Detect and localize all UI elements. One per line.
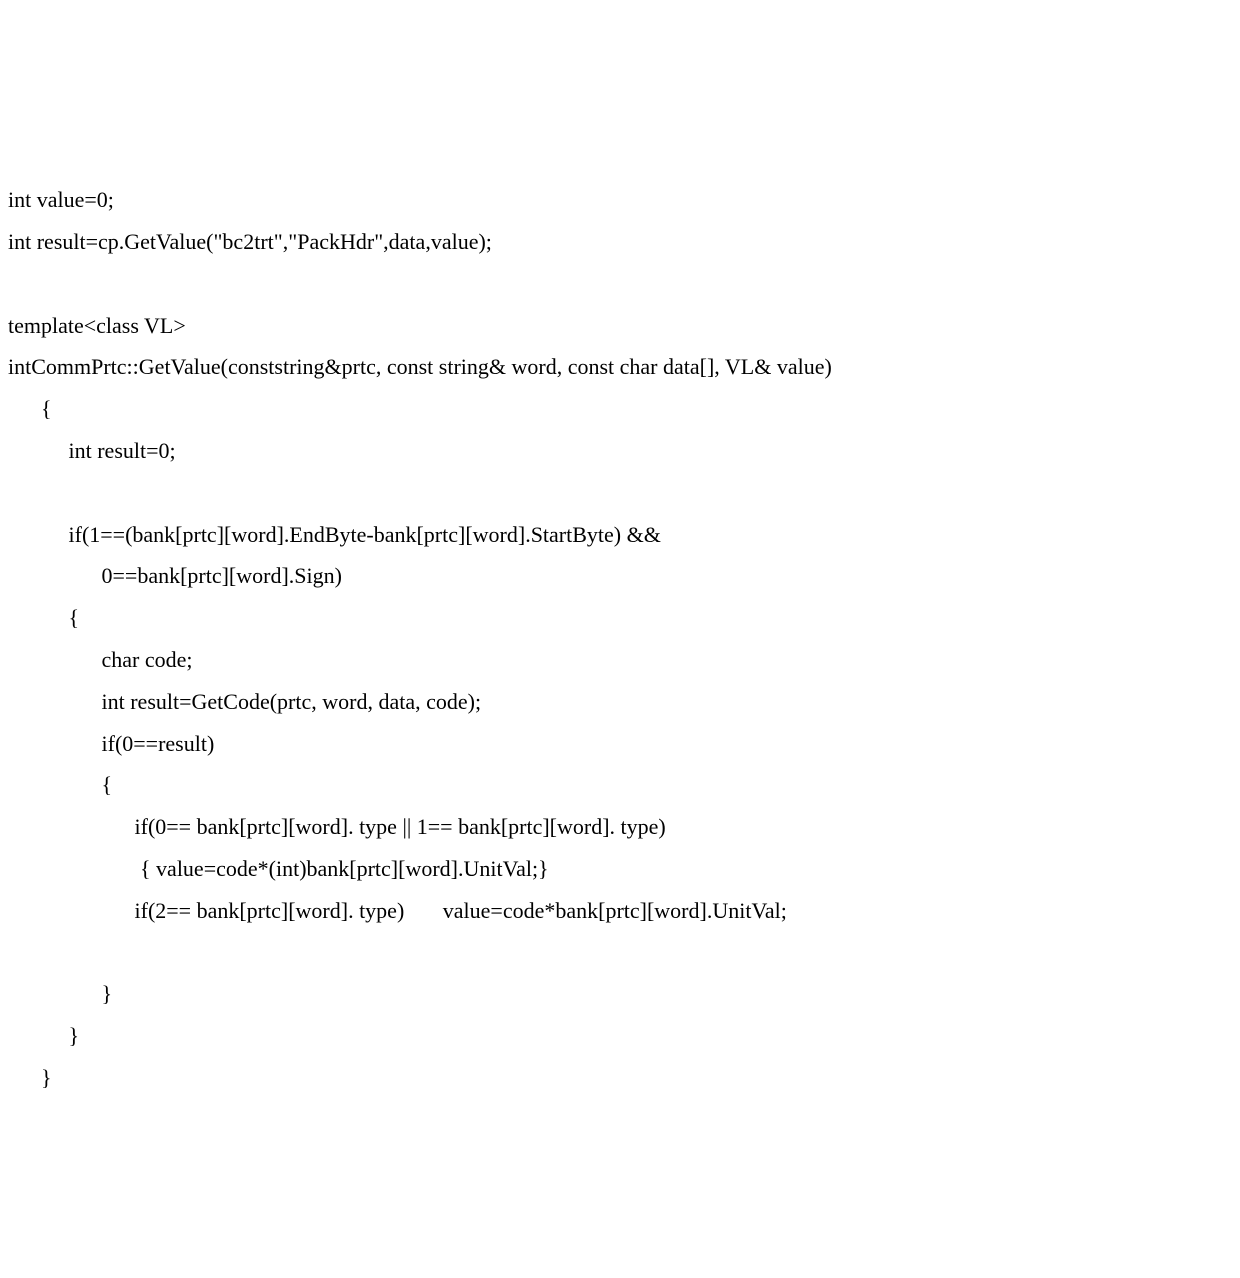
code-line: } bbox=[8, 1023, 79, 1048]
code-line: char code; bbox=[8, 647, 193, 672]
code-line: } bbox=[8, 981, 112, 1006]
code-snippet: int value=0; int result=cp.GetValue("bc2… bbox=[8, 137, 1232, 1098]
code-line: if(0==result) bbox=[8, 731, 214, 756]
code-line: 0==bank[prtc][word].Sign) bbox=[8, 563, 342, 588]
code-line: int result=0; bbox=[8, 438, 176, 463]
code-line: { value=code*(int)bank[prtc][word].UnitV… bbox=[8, 856, 549, 881]
code-line: { bbox=[8, 772, 112, 797]
code-line: intCommPrtc::GetValue(conststring&prtc, … bbox=[8, 354, 832, 379]
code-line: { bbox=[8, 396, 52, 421]
code-line: if(2== bank[prtc][word]. type) value=cod… bbox=[8, 898, 787, 923]
code-line: if(1==(bank[prtc][word].EndByte-bank[prt… bbox=[8, 522, 661, 547]
code-line: int result=GetCode(prtc, word, data, cod… bbox=[8, 689, 481, 714]
code-line: if(0== bank[prtc][word]. type || 1== ban… bbox=[8, 814, 666, 839]
code-line: { bbox=[8, 605, 79, 630]
code-line: } bbox=[8, 1065, 52, 1090]
code-line: int value=0; bbox=[8, 187, 114, 212]
code-line: int result=cp.GetValue("bc2trt","PackHdr… bbox=[8, 229, 492, 254]
code-line: template<class VL> bbox=[8, 313, 186, 338]
